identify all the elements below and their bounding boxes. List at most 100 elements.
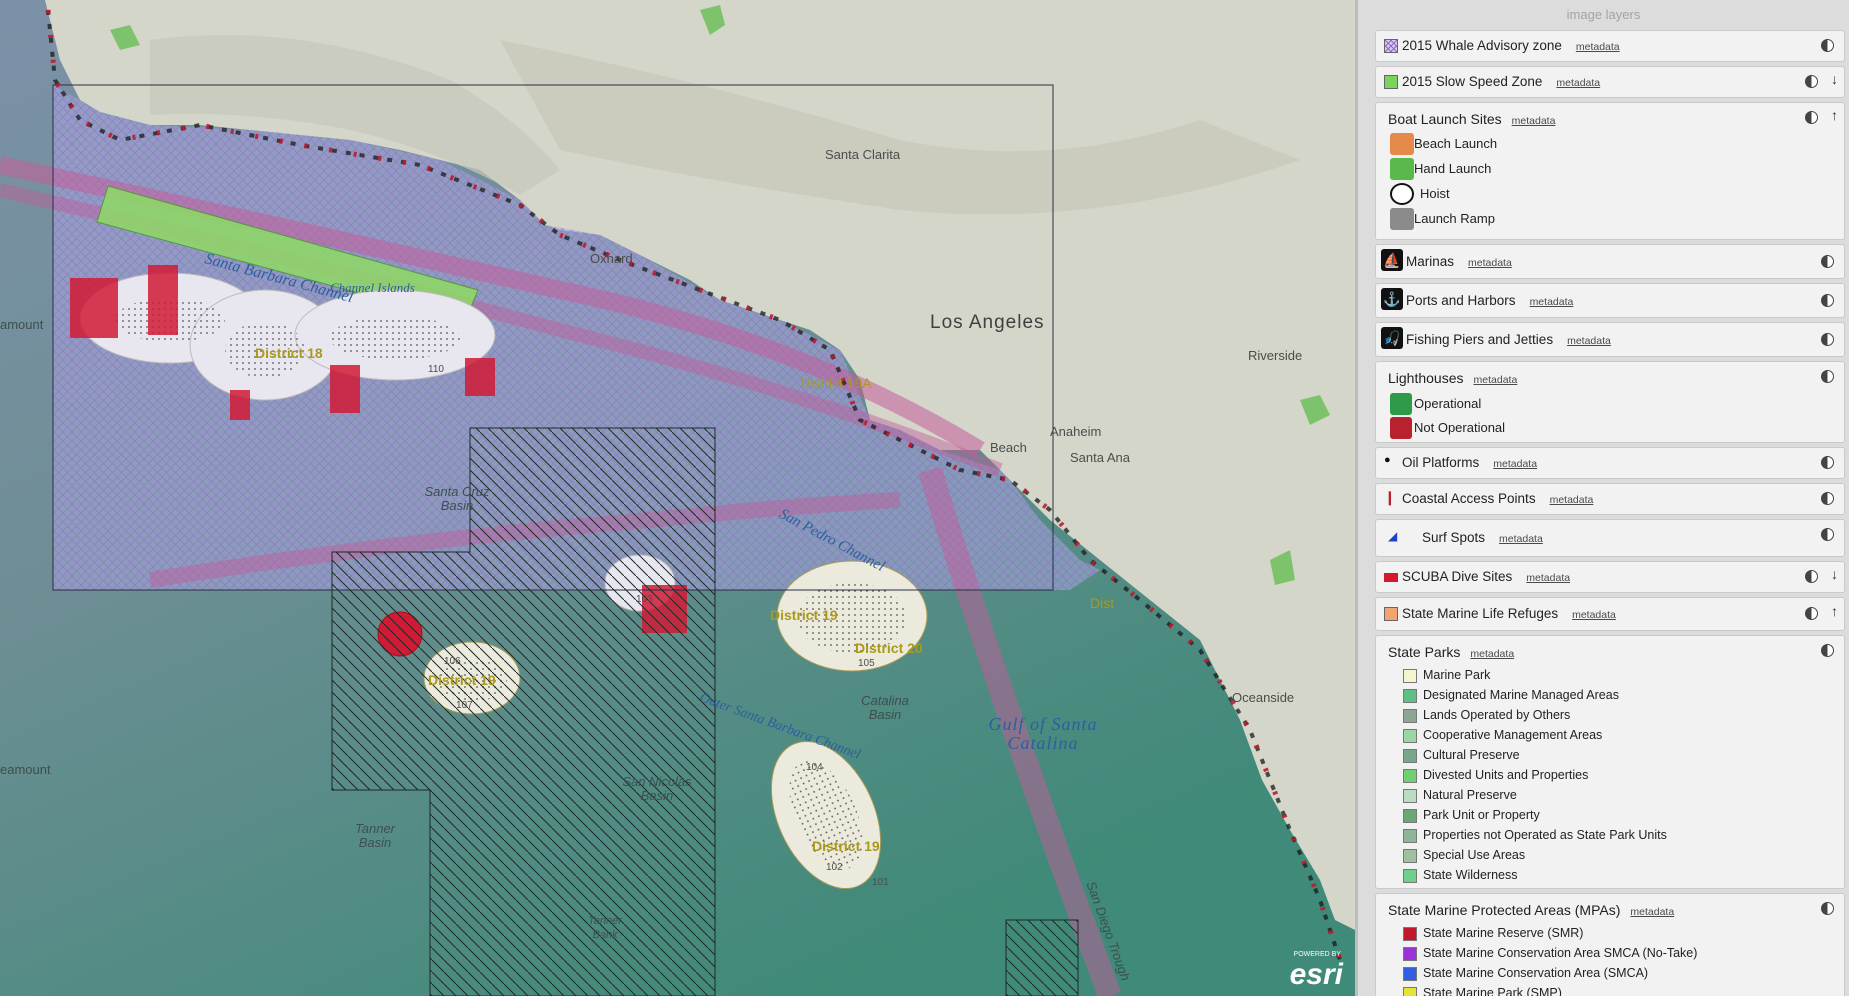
district-label: District 18 [255,345,323,361]
metadata-link[interactable]: metadata [1556,77,1600,89]
metadata-link[interactable]: metadata [1474,374,1518,386]
layer-marinas[interactable]: ⛵ Marinas metadata [1375,244,1845,279]
arrow-up-icon[interactable]: ↑ [1831,107,1838,123]
legend-swatch [1403,789,1417,803]
metadata-link[interactable]: metadata [1499,533,1543,545]
layer-marine-life-refuges[interactable]: State Marine Life Refuges metadata ↑ [1375,597,1845,631]
metadata-link[interactable]: metadata [1512,115,1556,127]
legend-label: Beach Launch [1414,136,1498,151]
metadata-link[interactable]: metadata [1630,906,1674,918]
metadata-link[interactable]: metadata [1567,335,1611,347]
city-label: Beach [990,440,1027,455]
layer-scuba-dive-sites[interactable]: SCUBA Dive Sites metadata ↓ [1375,561,1845,593]
layer-label: State Marine Life Refuges [1402,606,1559,621]
city-label: Los Angeles [930,312,1045,333]
opacity-toggle-icon[interactable] [1821,902,1834,915]
layer-slow-speed-zone[interactable]: 2015 Slow Speed Zone metadata ↓ [1375,66,1845,98]
map-canvas[interactable] [0,0,1355,996]
metadata-link[interactable]: metadata [1530,296,1574,308]
layer-label: Fishing Piers and Jetties [1406,332,1554,347]
map-view[interactable]: Santa Clarita Oxnard Los Angeles Riversi… [0,0,1355,996]
city-label: Oceanside [1232,690,1295,705]
mpa-number: 102 [826,862,843,873]
opacity-toggle-icon[interactable] [1821,492,1834,505]
opacity-toggle-icon[interactable] [1821,255,1834,268]
legend-swatch [1403,729,1417,743]
city-label: Santa Clarita [825,147,901,162]
opacity-toggle-icon[interactable] [1821,644,1834,657]
surf-wave-icon: ◢ [1388,529,1398,543]
layer-state-parks[interactable]: State Parks metadata Marine Park Designate… [1375,635,1845,889]
city-label: Oxnard [590,251,633,266]
layer-oil-platforms[interactable]: ● Oil Platforms metadata [1375,447,1845,479]
legend-swatch [1403,987,1417,996]
legend-label: State Marine Reserve (SMR) [1423,926,1584,940]
arrow-down-icon[interactable]: ↓ [1831,71,1838,87]
metadata-link[interactable]: metadata [1550,494,1594,506]
layer-ports-harbors[interactable]: ⚓ Ports and Harbors metadata [1375,283,1845,318]
mpa-area [70,278,118,338]
opacity-toggle-icon[interactable] [1821,528,1834,541]
legend-swatch [1403,967,1417,981]
legend-label: State Marine Conservation Area (SMCA) [1423,966,1649,980]
mpa-area [330,365,360,413]
district-label: District 19 [812,838,880,854]
opacity-toggle-icon[interactable] [1821,333,1834,346]
layer-fishing-piers[interactable]: 🎣 Fishing Piers and Jetties metadata [1375,322,1845,357]
legend-swatch [1403,749,1417,763]
opacity-toggle-icon[interactable] [1805,75,1818,88]
metadata-link[interactable]: metadata [1470,648,1514,660]
metadata-link[interactable]: metadata [1468,257,1512,269]
layer-lighthouses[interactable]: Lighthouses metadata Operational Not Oper… [1375,361,1845,443]
arrow-down-icon[interactable]: ↓ [1831,566,1838,582]
basin-label: Catalina Basin [861,693,909,722]
opacity-toggle-icon[interactable] [1821,294,1834,307]
city-label: Anaheim [1050,424,1102,439]
legend-swatch [1403,809,1417,823]
metadata-link[interactable]: metadata [1572,609,1616,621]
opacity-toggle-icon[interactable] [1805,607,1818,620]
basin-label: Santa Cruz Basin [424,484,490,513]
basin-label: Tanner Bank [588,915,622,941]
marine-refuge-swatch [1384,607,1398,621]
legend-swatch [1403,689,1417,703]
city-label: Riverside [1248,348,1303,363]
layer-surf-spots[interactable]: ◢ Surf Spots metadata [1375,519,1845,557]
lighthouse-not-operational-icon [1390,417,1412,439]
metadata-link[interactable]: metadata [1526,572,1570,584]
opacity-toggle-icon[interactable] [1805,570,1818,583]
layer-label: 2015 Slow Speed Zone [1402,74,1543,89]
legend-label: Launch Ramp [1414,211,1495,226]
legend-label: State Marine Park (SMP) [1423,986,1562,996]
mpa-number: 105 [858,658,875,669]
mpa-number: 106 [444,656,461,667]
mpa-area [148,265,178,335]
slow-speed-swatch [1384,75,1398,89]
opacity-toggle-icon[interactable] [1821,456,1834,469]
legend-swatch [1403,709,1417,723]
opacity-toggle-icon[interactable] [1821,370,1834,383]
hoist-icon [1390,183,1414,205]
layer-coastal-access[interactable]: ❙ Coastal Access Points metadata [1375,483,1845,515]
layer-label: State Marine Protected Areas (MPAs) [1388,902,1621,918]
esri-logo[interactable]: esri [1290,958,1343,992]
layers-panel: image layers 2015 Whale Advisory zone met… [1355,0,1849,996]
district-label: District 19 [428,672,496,688]
opacity-toggle-icon[interactable] [1821,39,1834,52]
metadata-link[interactable]: metadata [1576,41,1620,53]
layer-label: State Parks [1388,644,1461,660]
legend-label: Hand Launch [1414,161,1492,176]
mpa-area [465,358,495,396]
launch-ramp-icon [1390,208,1414,230]
legend-label: Natural Preserve [1423,788,1517,802]
metadata-link[interactable]: metadata [1493,458,1537,470]
layer-state-mpas[interactable]: State Marine Protected Areas (MPAs) metad… [1375,893,1845,996]
footprint-icon: ❙ [1384,489,1396,505]
layer-whale-advisory[interactable]: 2015 Whale Advisory zone metadata [1375,30,1845,62]
legend-swatch [1403,669,1417,683]
legend-swatch [1403,849,1417,863]
layer-boat-launch-sites[interactable]: Boat Launch Sites metadata ↑ Beach Launch… [1375,102,1845,240]
opacity-toggle-icon[interactable] [1805,111,1818,124]
layer-label: Lighthouses [1388,370,1464,386]
arrow-up-icon[interactable]: ↑ [1831,603,1838,619]
